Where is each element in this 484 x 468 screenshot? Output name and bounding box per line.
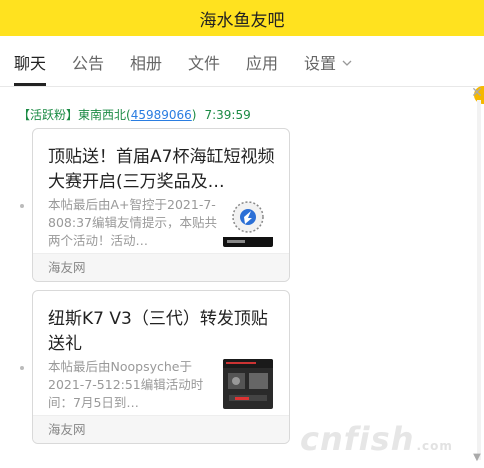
message-header: 【活跃粉】東南西北(45989066) 7:39:59 <box>18 106 251 123</box>
tab-apps[interactable]: 应用 <box>246 36 278 86</box>
site-watermark: cnfish .com <box>300 420 453 458</box>
thumbnail-image-icon <box>223 359 273 409</box>
post-title: 顶贴送！首届A7杯海缸短视频大赛开启(三万奖品及… <box>48 147 275 192</box>
chevron-down-icon <box>342 60 352 66</box>
tab-settings[interactable]: 设置 <box>304 36 353 86</box>
post-summary: 本帖最后由A+智控于2021-7-808:37编辑友情提示，本贴共两个活动！活动… <box>48 197 217 248</box>
shared-post-card[interactable]: 顶贴送！首届A7杯海缸短视频大赛开启(三万奖品及… 本帖最后由A+智控于2021… <box>32 128 290 282</box>
close-icon[interactable]: ✕ <box>470 86 484 100</box>
post-title: 纽斯K7 V3（三代）转发顶贴送礼 <box>48 309 268 354</box>
scroll-down-icon[interactable]: ▼ <box>470 452 484 464</box>
post-summary: 本帖最后由Noopsyche于2021-7-512:51编辑活动时间：7月5日到… <box>48 359 204 410</box>
tab-bar: 聊天 公告 相册 文件 应用 设置 <box>0 36 484 104</box>
uid-close: ) <box>191 108 197 122</box>
tab-album[interactable]: 相册 <box>130 36 162 86</box>
window-title: 海水鱼友吧 <box>199 10 285 31</box>
title-bar: 海水鱼友吧 <box>0 0 484 36</box>
thumbnail-image-icon <box>223 197 273 247</box>
shared-post-card[interactable]: 纽斯K7 V3（三代）转发顶贴送礼 本帖最后由Noopsyche于2021-7-… <box>32 290 290 444</box>
tab-announcements[interactable]: 公告 <box>72 36 104 86</box>
post-source: 海友网 <box>33 253 289 281</box>
product-photo-thumbnail <box>223 359 273 409</box>
tab-files[interactable]: 文件 <box>188 36 220 86</box>
message-bullet <box>20 366 24 370</box>
tab-settings-label: 设置 <box>304 54 337 73</box>
message-bullet <box>20 204 24 208</box>
message-time: 7:39:59 <box>204 108 251 122</box>
tab-chat[interactable]: 聊天 <box>14 36 47 86</box>
sender-uid-link[interactable]: 45989066 <box>131 108 192 122</box>
post-source: 海友网 <box>33 415 289 443</box>
scrollbar[interactable] <box>477 100 481 460</box>
member-badge: 【活跃粉】 <box>18 108 79 122</box>
contest-poster-thumbnail <box>223 197 273 247</box>
sender-name[interactable]: 東南西北 <box>78 108 126 122</box>
